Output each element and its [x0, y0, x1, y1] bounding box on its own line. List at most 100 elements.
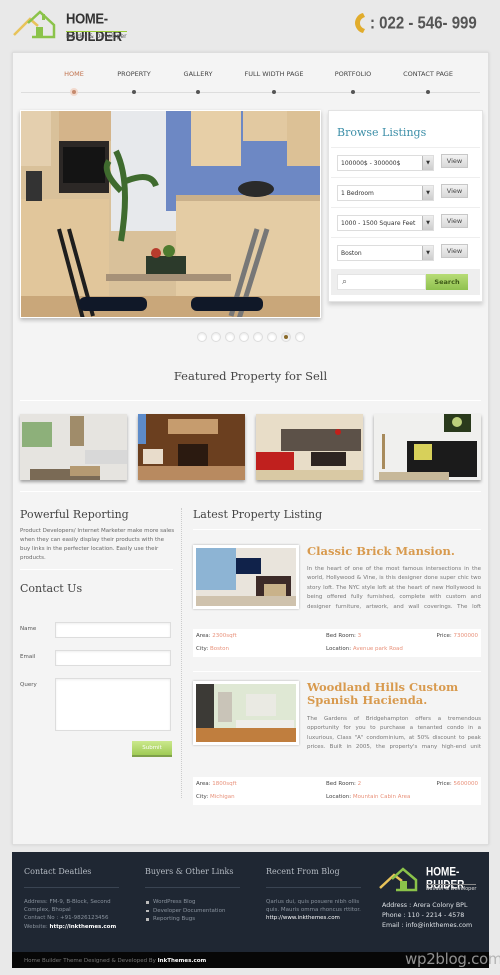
listing-2-area: Area: 1800sqft — [196, 781, 237, 787]
view-bedroom-button[interactable]: View — [441, 184, 468, 198]
listing-1-bed: Bed Room: 3 — [326, 633, 362, 639]
site-footer: Contact Deatiles Address: FM-9, B-Block,… — [12, 852, 489, 952]
search-bar: ⌕ Search — [331, 269, 480, 295]
nav-item-contact-page[interactable]: CONTACT PAGE — [403, 70, 453, 78]
site-header: HOME-BUILDER Builder & Developer : 022 -… — [0, 0, 500, 50]
reporting-text: Product Developers/ Internet Marketer ma… — [20, 528, 175, 561]
email-field[interactable] — [55, 650, 171, 666]
footer-website-link[interactable]: http://inkthemes.com — [50, 924, 117, 930]
view-city-button[interactable]: View — [441, 244, 468, 258]
nav-item-portfolio[interactable]: PORTFOLIO — [335, 70, 372, 78]
listing-2-location: Location: Mountain Cabin Area — [326, 794, 411, 800]
name-label: Name — [20, 626, 37, 632]
divider — [24, 887, 119, 888]
divider — [266, 887, 361, 888]
browse-title: Browse Listings — [337, 126, 427, 139]
divider — [20, 400, 481, 401]
nav-dot — [132, 90, 136, 94]
bedroom-select[interactable]: 1 Bedroom ▼ — [337, 185, 434, 201]
footer-link-reporting-bugs[interactable]: Reporting Bugs — [145, 915, 245, 924]
query-textarea[interactable] — [55, 678, 171, 731]
column-separator — [181, 508, 182, 798]
slide-dot-1[interactable] — [197, 332, 207, 342]
nav-dot-active — [72, 90, 76, 94]
nav-dot — [272, 90, 276, 94]
slide-dot-8[interactable] — [295, 332, 305, 342]
wooden-chalet-photo — [138, 414, 245, 480]
site-logo[interactable]: HOME-BUILDER Builder & Developer — [12, 9, 137, 44]
copyright-link[interactable]: InkThemes.com — [158, 958, 207, 964]
footer-info: Address : Arera Colony BPL Phone : 110 -… — [382, 902, 473, 929]
listing-1-image[interactable] — [193, 545, 299, 609]
price-select[interactable]: 100000$ - 300000$ ▼ — [337, 155, 434, 171]
featured-thumb-1[interactable] — [20, 414, 127, 480]
kitchen-photo — [21, 111, 320, 317]
slide-dot-7-active[interactable] — [281, 332, 291, 342]
city-select[interactable]: Boston ▼ — [337, 245, 434, 261]
sidebar: Powerful Reporting Product Developers/ I… — [20, 508, 175, 595]
listing-1-city: City: Boston — [196, 646, 229, 652]
nav-dot — [196, 90, 200, 94]
listing-2-price: Price: 5600000 — [436, 781, 478, 787]
nav-item-gallery[interactable]: GALLERY — [184, 70, 213, 78]
footer-link-wordpress-blog[interactable]: WordPress Blog — [145, 898, 245, 907]
house-logo-icon — [13, 10, 56, 39]
divider — [193, 671, 481, 672]
footer-links: Buyers & Other Links WordPress Blog Deve… — [145, 867, 245, 924]
nav-dot — [351, 90, 355, 94]
slide-dot-6[interactable] — [267, 332, 277, 342]
view-area-button[interactable]: View — [441, 214, 468, 228]
filter-row-area: 1000 - 1500 Square Feet ▼ View — [331, 207, 480, 237]
nav-item-home[interactable]: HOME — [64, 70, 84, 78]
slide-dot-3[interactable] — [225, 332, 235, 342]
filter-row-bedroom: 1 Bedroom ▼ View — [331, 177, 480, 207]
footer-blog-link[interactable]: http://www.inkthemes.com — [266, 915, 340, 921]
listing-1-area: Area: 2300sqft — [196, 633, 237, 639]
listing-1-title[interactable]: Classic Brick Mansion. — [307, 545, 482, 558]
nav-item-property[interactable]: PROPERTY — [117, 70, 151, 78]
listing-2-bed: Bed Room: 2 — [326, 781, 362, 787]
featured-thumb-4[interactable] — [374, 414, 481, 480]
slide-dot-4[interactable] — [239, 332, 249, 342]
submit-button[interactable]: Submit — [132, 741, 172, 755]
search-input[interactable]: ⌕ — [337, 274, 426, 290]
latest-listings: Latest Property Listing — [193, 508, 483, 530]
footer-logo[interactable]: HOME-BUIDER Builder & Developer — [378, 866, 483, 896]
divider — [193, 529, 481, 530]
listing-2-image[interactable] — [193, 681, 299, 745]
filter-row-price: 100000$ - 300000$ ▼ View — [331, 147, 480, 177]
slide-dot-2[interactable] — [211, 332, 221, 342]
filter-row-city: Boston ▼ View — [331, 237, 480, 267]
browse-listings-panel: Browse Listings 100000$ - 300000$ ▼ View … — [328, 110, 483, 302]
view-price-button[interactable]: View — [441, 154, 468, 168]
nav-dot — [426, 90, 430, 94]
chevron-down-icon: ▼ — [422, 216, 433, 230]
reporting-title: Powerful Reporting — [20, 508, 129, 521]
divider — [20, 569, 173, 570]
latest-title: Latest Property Listing — [193, 508, 323, 521]
area-select[interactable]: 1000 - 1500 Square Feet ▼ — [337, 215, 434, 231]
logo-subtitle: Builder & Developer — [66, 31, 127, 40]
search-button[interactable]: Search — [426, 274, 468, 290]
nav-item-full-width-page[interactable]: FULL WIDTH PAGE — [244, 70, 303, 78]
listing-2-meta: Area: 1800sqft Bed Room: 2 Price: 560000… — [193, 777, 481, 805]
featured-thumb-3[interactable] — [256, 414, 363, 480]
page-container: HOME PROPERTY GALLERY FULL WIDTH PAGE PO… — [12, 52, 489, 845]
slide-dot-5[interactable] — [253, 332, 263, 342]
featured-thumb-2[interactable] — [138, 414, 245, 480]
divider — [20, 491, 481, 492]
living-room-white-photo — [20, 414, 127, 480]
listing-2-title[interactable]: Woodland Hills Custom Spanish Hacienda. — [307, 681, 482, 707]
green-room-photo — [196, 684, 296, 742]
phone-number: : 022 - 546- 999 — [354, 11, 477, 35]
chevron-down-icon: ▼ — [422, 186, 433, 200]
watermark: wp2blog.com — [405, 950, 500, 968]
living-room-black-sofa-photo — [374, 414, 481, 480]
listing-2-city: City: Michigan — [196, 794, 235, 800]
footer-link-developer-docs[interactable]: Developer Documentation — [145, 907, 245, 916]
search-icon: ⌕ — [342, 277, 348, 287]
name-field[interactable] — [55, 622, 171, 638]
hero-slider-image[interactable] — [20, 110, 321, 318]
phone-icon — [355, 13, 365, 33]
listing-1-price: Price: 7300000 — [436, 633, 478, 639]
